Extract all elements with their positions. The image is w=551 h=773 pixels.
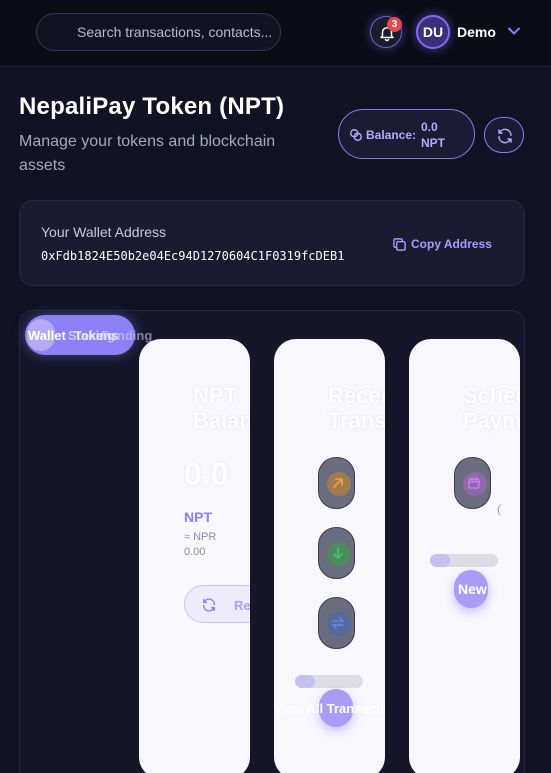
- wallet-address-value: 0xFdb1824E50b2e04Ec94D1270604C1F0319fcDE…: [41, 249, 345, 263]
- balance-card-title: NPT Balance: [193, 383, 250, 433]
- send-button[interactable]: [318, 457, 355, 509]
- copy-address-label: Copy Address: [411, 237, 492, 251]
- scheduled-payment-item[interactable]: [454, 457, 491, 509]
- scheduled-item-marker: (: [497, 502, 501, 516]
- wallet-address-card: Your Wallet Address 0xFdb1824E50b2e04Ec9…: [19, 200, 525, 286]
- npr-equivalent: ≈ NPR 0.00: [184, 530, 216, 560]
- calendar-icon: [468, 476, 480, 489]
- balance-amount: 0.0: [184, 456, 229, 492]
- notification-count-badge: 3: [387, 17, 402, 32]
- search-bar[interactable]: [36, 13, 281, 51]
- tab-funding[interactable]: Funding: [101, 328, 152, 343]
- history-button[interactable]: [318, 597, 355, 649]
- chevron-down-icon[interactable]: [508, 27, 520, 35]
- npr-label: ≈ NPR: [184, 531, 217, 543]
- refresh-button[interactable]: [484, 117, 524, 153]
- transactions-card-title-line2: Transactions: [328, 408, 385, 433]
- balance-value: 0.0 NPT: [421, 120, 445, 150]
- refresh-balance-button[interactable]: Refresh: [184, 585, 250, 623]
- new-payment-label[interactable]: New: [458, 581, 487, 597]
- page-subtitle: Manage your tokens and blockchain assets: [19, 133, 276, 174]
- balance-card-title-line2: Balance: [193, 408, 250, 433]
- balance-button[interactable]: Balance: 0.0 NPT: [338, 109, 475, 159]
- payments-card-title-line1: Scheduled: [463, 383, 520, 408]
- username-label[interactable]: Demo: [457, 24, 496, 40]
- receive-button[interactable]: [318, 527, 355, 579]
- transactions-card-title: Recent Transactions: [328, 383, 385, 433]
- arrow-up-right-icon: [333, 478, 343, 488]
- refresh-icon: [202, 598, 216, 612]
- copy-icon: [393, 238, 406, 251]
- wallet-address-label: Your Wallet Address: [41, 224, 167, 240]
- page-title: NepaliPay Token (NPT): [19, 93, 285, 120]
- balance-label: Balance:: [366, 128, 417, 142]
- swap-icon: [332, 617, 344, 629]
- arrow-down-icon: [333, 547, 343, 560]
- payments-scroll-progress[interactable]: [430, 554, 498, 567]
- coins-icon: [350, 129, 362, 141]
- payments-card-title-line2: Payments: [463, 408, 520, 433]
- transactions-card: Recent Transactions View All Transaction…: [274, 339, 385, 773]
- avatar[interactable]: DU: [416, 15, 450, 49]
- balance-unit: NPT: [184, 509, 212, 525]
- search-icon: [51, 24, 69, 42]
- refresh-balance-label: Refresh: [234, 598, 250, 613]
- tab-wallet[interactable]: Wallet: [28, 328, 66, 343]
- transactions-scroll-progress-fill: [295, 675, 316, 688]
- payments-scroll-progress-fill: [430, 554, 451, 567]
- search-input[interactable]: [77, 14, 277, 50]
- npr-value: 0.00: [184, 546, 206, 558]
- transactions-card-title-line1: Recent: [328, 383, 385, 408]
- transactions-scroll-progress[interactable]: [295, 675, 363, 688]
- refresh-icon: [498, 128, 512, 144]
- view-all-transactions-label[interactable]: View All Transactions: [274, 701, 385, 716]
- balance-card-title-line1: NPT: [193, 383, 237, 408]
- payments-card-title: Scheduled Payments: [463, 383, 520, 433]
- balance-card: NPT Balance 0.0 NPT ≈ NPR 0.00 Refresh: [139, 339, 250, 773]
- scheduled-payments-card: Scheduled Payments ( New: [409, 339, 520, 773]
